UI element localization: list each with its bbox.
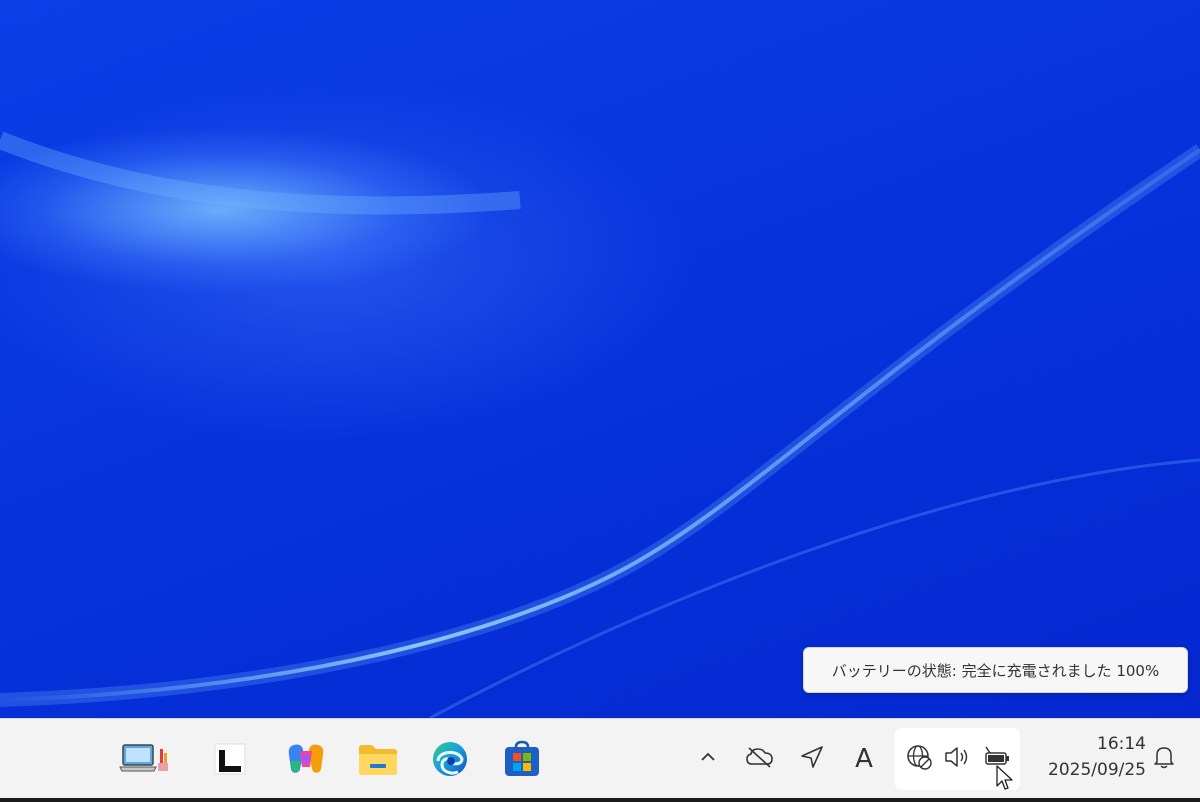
battery-status-tooltip: バッテリーの状態: 完全に充電されました 100% [803, 647, 1188, 693]
copilot-icon [286, 741, 326, 777]
speaker-icon [943, 744, 973, 774]
show-hidden-icons-button[interactable] [690, 741, 726, 777]
clock-time: 16:14 [1097, 734, 1146, 754]
black-square-icon [213, 742, 247, 776]
edge-app-button[interactable] [424, 733, 476, 785]
file-explorer-app-button[interactable] [352, 733, 404, 785]
onedrive-status-button[interactable] [742, 741, 778, 777]
location-status-button[interactable] [794, 741, 830, 777]
cloud-offline-icon [745, 745, 775, 773]
desktop-wallpaper [0, 0, 1200, 718]
ime-mode-label: A [855, 744, 873, 774]
clock-button[interactable]: 16:14 2025/09/25 [1026, 731, 1146, 787]
input-method-button[interactable]: A [846, 741, 882, 777]
terminal-app-button[interactable] [204, 733, 256, 785]
battery-status [979, 741, 1015, 777]
folder-icon [358, 742, 398, 776]
battery-charging-icon [982, 744, 1012, 774]
chevron-up-icon [698, 747, 718, 771]
quick-settings-button[interactable] [895, 728, 1020, 790]
laptop-paint-icon [118, 739, 170, 779]
network-status [901, 741, 937, 777]
battery-status-text: バッテリーの状態: 完全に充電されました 100% [831, 661, 1160, 680]
location-arrow-icon [799, 744, 825, 774]
globe-no-internet-icon [905, 743, 933, 775]
notification-center-button[interactable] [1146, 741, 1182, 777]
edge-icon [430, 739, 470, 779]
store-app-button[interactable] [496, 733, 548, 785]
volume-status [940, 741, 976, 777]
store-icon [502, 739, 542, 779]
screen-bezel [0, 798, 1200, 802]
laptop-app-button[interactable] [118, 733, 170, 785]
bell-icon [1152, 744, 1176, 774]
clock-date: 2025/09/25 [1048, 760, 1146, 780]
copilot-app-button[interactable] [280, 733, 332, 785]
taskbar: A 16:14 2025/09/25 [0, 718, 1200, 799]
